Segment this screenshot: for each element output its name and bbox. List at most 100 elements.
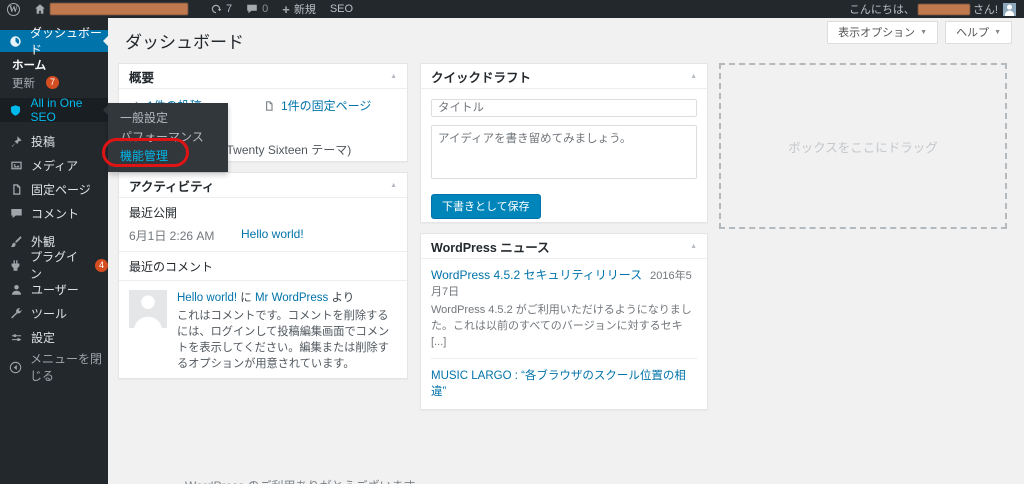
comments-count: 0 xyxy=(262,3,269,15)
sidebar-item-users[interactable]: ユーザー xyxy=(0,279,108,299)
quick-draft-widget: クイックドラフト ▲ 下書きとして保存 xyxy=(420,63,708,223)
comment-post-link[interactable]: Hello world! xyxy=(177,292,237,304)
comment-bubble-icon xyxy=(246,3,258,15)
sidebar-label-users: ユーザー xyxy=(31,282,79,297)
comment-suffix: より xyxy=(328,292,355,304)
sidebar-label-plugins: プラグイン xyxy=(30,250,79,281)
post-date: 6月1日 2:26 AM xyxy=(129,229,215,243)
sidebar-item-plugins[interactable]: プラグイン 4 xyxy=(0,250,108,281)
sidebar-label-aioseo: All in One SEO xyxy=(30,96,83,124)
sidebar-item-home[interactable]: ホーム xyxy=(0,57,108,72)
submenu-item-general-settings[interactable]: 一般設定 xyxy=(108,109,228,128)
sidebar-label-collapse: メニューを閉じる xyxy=(30,352,103,383)
greeting-suffix: さん! xyxy=(972,4,998,16)
update-icon xyxy=(210,3,222,15)
wordpress-news-widget: WordPress ニュース ▲ WordPress 4.5.2 セキュリティリ… xyxy=(420,233,708,410)
updates-badge: 7 xyxy=(46,76,59,89)
recently-published-label: 最近公開 xyxy=(129,206,178,220)
chevron-down-icon: ▼ xyxy=(920,28,928,36)
sidebar-item-pages[interactable]: 固定ページ xyxy=(0,179,108,199)
home-icon xyxy=(34,3,46,15)
collapse-toggle-icon[interactable]: ▲ xyxy=(390,73,397,80)
page-icon xyxy=(9,183,23,196)
seo-menu[interactable]: SEO xyxy=(323,0,360,18)
recent-comments-label: 最近のコメント xyxy=(119,252,407,281)
chevron-down-icon: ▼ xyxy=(994,28,1001,36)
news-feed-link[interactable]: MUSIC LARGO : “各ブラウザのスクール位置の相違” xyxy=(431,367,697,399)
sidebar-label-media: メディア xyxy=(31,158,79,173)
wrench-icon xyxy=(9,307,23,320)
collapse-toggle-icon[interactable]: ▲ xyxy=(390,182,397,189)
activity-widget: アクティビティ ▲ 最近公開 6月1日 2:26 AM Hello world!… xyxy=(118,172,408,379)
plus-icon: + xyxy=(282,1,290,17)
aioseo-shield-icon xyxy=(9,104,22,117)
plugin-icon xyxy=(9,259,22,272)
sidebar-label-pages: 固定ページ xyxy=(31,182,91,197)
admin-sidebar: ダッシュボード ホーム 更新 7 All in One SEO 投稿 メディア xyxy=(0,18,108,484)
save-draft-button[interactable]: 下書きとして保存 xyxy=(431,194,541,219)
draft-title-input[interactable] xyxy=(431,99,697,117)
sidebar-item-media[interactable]: メディア xyxy=(0,155,108,175)
comment-item: Hello world! に Mr WordPress より これはコメントです… xyxy=(119,281,407,378)
news-excerpt: WordPress 4.5.2 がご利用いただけるようになりました。これは以前の… xyxy=(431,303,697,359)
submenu-item-feature-manager[interactable]: 機能管理 xyxy=(108,147,228,166)
comments-menu[interactable]: 0 xyxy=(239,0,275,18)
sidebar-label-dashboard: ダッシュボード xyxy=(30,26,103,57)
screen-options-button[interactable]: 表示オプション ▼ xyxy=(827,21,939,44)
submenu-item-performance[interactable]: パフォーマンス xyxy=(108,128,228,147)
published-post-row: 6月1日 2:26 AM Hello world! xyxy=(119,223,407,252)
dashboard-gauge-icon xyxy=(9,35,22,48)
seo-label: SEO xyxy=(329,3,354,15)
sidebar-label-home: ホーム xyxy=(12,59,47,72)
sidebar-item-updates[interactable]: 更新 7 xyxy=(0,74,108,91)
site-name-menu[interactable] xyxy=(27,0,195,18)
redacted-site-name xyxy=(50,3,188,15)
admin-bar: W 7 0 + 新規 SEO こんにちは、 さん! xyxy=(0,0,1024,18)
user-icon xyxy=(9,283,23,296)
glance-pages-link[interactable]: 1件の固定ページ xyxy=(281,97,371,114)
footer-thank-you-text: WordPress のご利用ありがとうございます。 xyxy=(185,477,426,484)
sidebar-label-updates: 更新 xyxy=(12,77,35,90)
wordpress-logo-icon: W xyxy=(7,2,20,16)
my-account-menu[interactable]: こんにちは、 さん! xyxy=(849,1,1024,17)
sidebar-item-dashboard[interactable]: ダッシュボード xyxy=(0,26,108,57)
sidebar-item-tools[interactable]: ツール xyxy=(0,303,108,323)
collapse-toggle-icon[interactable]: ▲ xyxy=(690,243,697,250)
page-icon xyxy=(263,100,275,112)
page-title: ダッシュボード xyxy=(125,33,244,52)
at-a-glance-title: 概要 xyxy=(129,70,155,85)
sidebar-item-settings[interactable]: 設定 xyxy=(0,327,108,347)
news-headline-link[interactable]: WordPress 4.5.2 セキュリティリリース xyxy=(431,268,642,282)
comment-author-link[interactable]: Mr WordPress xyxy=(255,292,328,304)
new-content-menu[interactable]: + 新規 xyxy=(275,0,323,18)
sidebar-collapse-menu[interactable]: メニューを閉じる xyxy=(0,352,108,383)
wp-logo-menu[interactable]: W xyxy=(0,0,27,18)
redacted-user-name xyxy=(917,3,970,15)
comments-icon xyxy=(9,207,23,220)
collapse-toggle-icon[interactable]: ▲ xyxy=(690,73,697,80)
new-label: 新規 xyxy=(293,4,316,16)
draft-content-textarea[interactable] xyxy=(431,125,697,179)
quick-draft-title: クイックドラフト xyxy=(431,70,532,85)
collapse-arrow-icon xyxy=(9,361,22,374)
greeting-prefix: こんにちは、 xyxy=(848,4,915,16)
help-label: ヘルプ xyxy=(956,27,990,39)
settings-sliders-icon xyxy=(9,331,23,344)
commenter-avatar xyxy=(129,290,167,328)
updates-count: 7 xyxy=(226,3,233,15)
activity-title: アクティビティ xyxy=(129,179,215,194)
sidebar-item-all-in-one-seo[interactable]: All in One SEO xyxy=(0,96,108,124)
glance-pages: 1件の固定ページ xyxy=(263,97,397,114)
updates-menu[interactable]: 7 xyxy=(203,0,239,18)
media-icon xyxy=(9,159,23,172)
brush-icon xyxy=(9,235,23,248)
sidebar-item-posts[interactable]: 投稿 xyxy=(0,131,108,151)
news-feed-link[interactable]: MUSIC LARGO : “各ブラウザのスクール位置の相違” xyxy=(431,407,697,409)
sidebar-label-posts: 投稿 xyxy=(31,134,56,149)
sidebar-label-comments: コメント xyxy=(31,206,80,221)
sidebar-item-comments[interactable]: コメント xyxy=(0,203,108,223)
plugins-badge: 4 xyxy=(95,258,108,272)
help-button[interactable]: ヘルプ ▼ xyxy=(945,21,1012,44)
post-link[interactable]: Hello world! xyxy=(241,227,304,244)
widget-drop-zone[interactable]: ボックスをここにドラッグ xyxy=(719,63,1007,229)
